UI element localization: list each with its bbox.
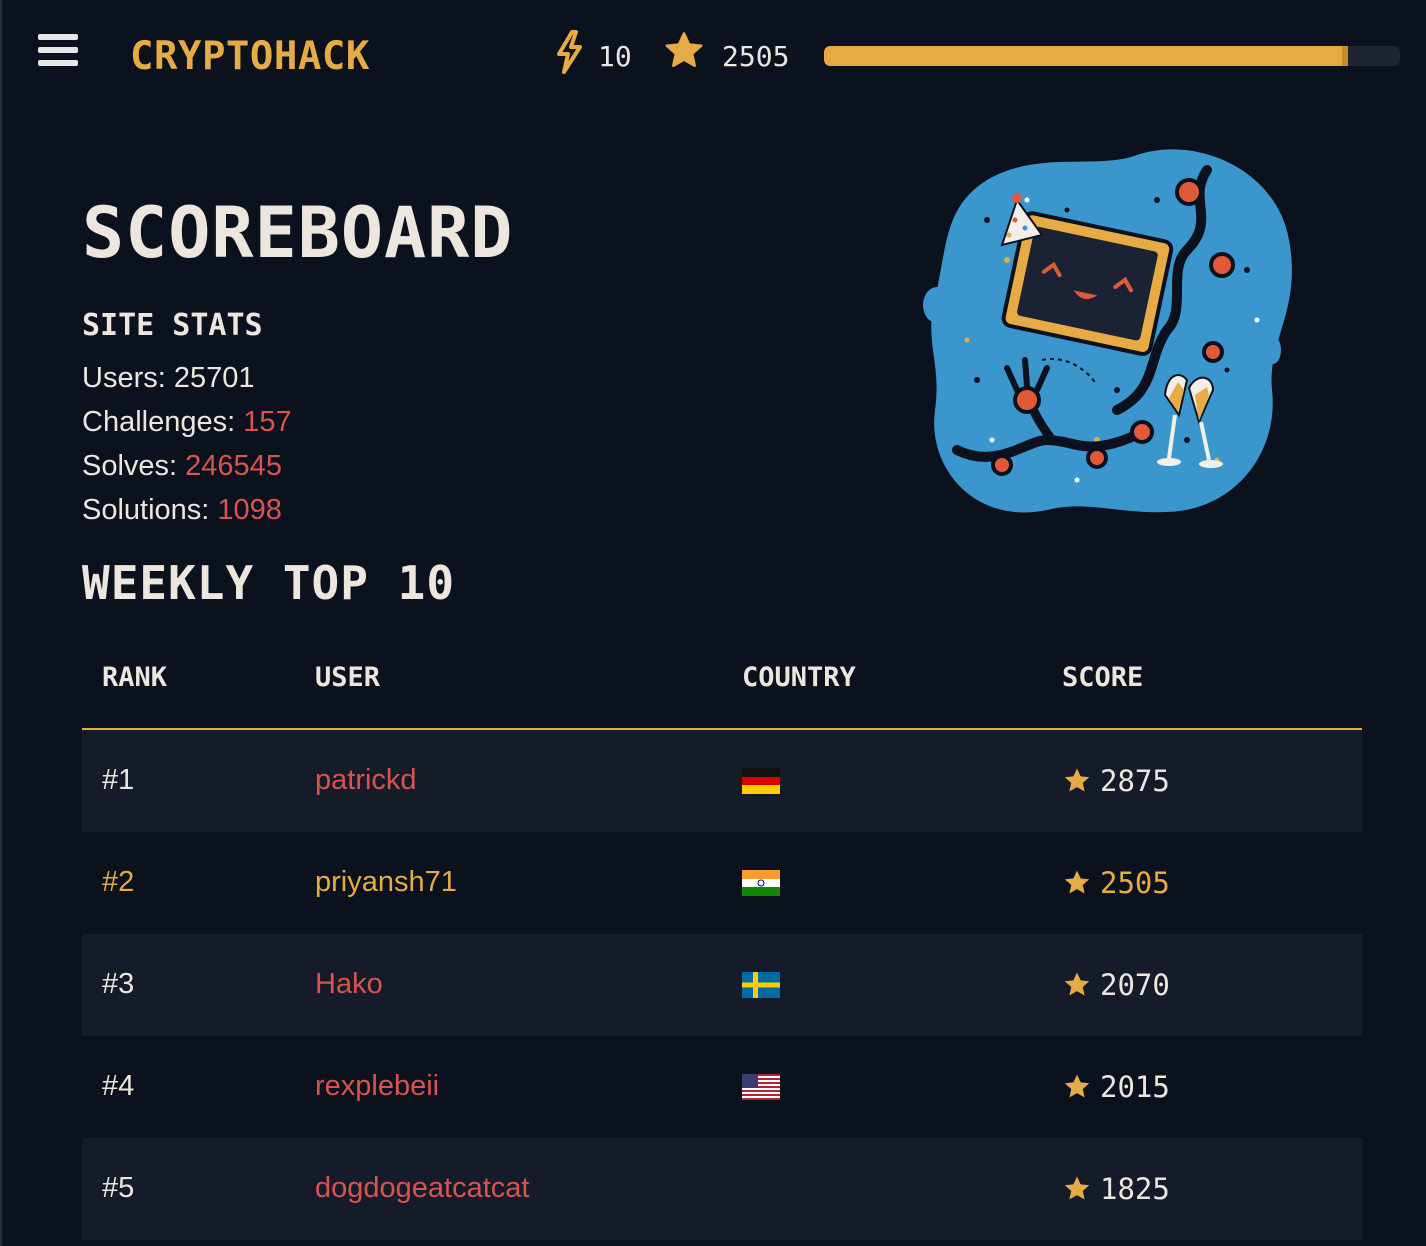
- stat-challenges: Challenges: 157: [82, 406, 292, 439]
- user-link[interactable]: dogdogeatcatcat: [315, 1172, 529, 1205]
- page-title: SCOREBOARD: [82, 192, 514, 274]
- rank-cell: #1: [102, 764, 135, 796]
- sweden-flag-icon: [742, 972, 780, 998]
- site-stats-heading: SITE STATS: [82, 308, 263, 343]
- user-link[interactable]: patrickd: [315, 764, 417, 797]
- stat-value: 157: [243, 406, 292, 438]
- score-cell: 2015: [1062, 1070, 1170, 1104]
- column-header-score: SCORE: [1062, 662, 1144, 693]
- score-value: 1825: [1100, 1172, 1170, 1206]
- stat-solutions: Solutions: 1098: [82, 494, 282, 527]
- usa-flag-icon: [742, 1074, 780, 1100]
- table-row-current-user: #2 priyansh71 2505: [82, 832, 1362, 934]
- stat-value: 25701: [173, 362, 255, 394]
- top-bar: CRYPTOHACK 10 2505: [2, 0, 1426, 112]
- germany-flag-icon: [742, 768, 780, 794]
- star-icon: [1064, 1074, 1090, 1098]
- table-row: #1 patrickd 2875: [82, 730, 1362, 832]
- stat-label: Users:: [82, 362, 166, 394]
- stat-label: Solves:: [82, 450, 178, 482]
- user-link[interactable]: Hako: [315, 968, 383, 1001]
- score-cell: 2505: [1062, 866, 1170, 900]
- column-header-user: USER: [315, 662, 381, 693]
- score-value: 2070: [1100, 968, 1170, 1002]
- star-icon: [1064, 972, 1090, 996]
- user-link[interactable]: priyansh71: [315, 866, 457, 899]
- stat-value: 246545: [185, 450, 282, 482]
- weekly-top-heading: WEEKLY TOP 10: [82, 556, 456, 610]
- brand-logo[interactable]: CRYPTOHACK: [130, 34, 370, 79]
- score-cell: 1825: [1062, 1172, 1170, 1206]
- celebration-illustration: [923, 149, 1292, 513]
- score-cell: 2875: [1062, 764, 1170, 798]
- score-value: 2505: [1100, 866, 1170, 900]
- rank-cell: #4: [102, 1070, 135, 1102]
- streak-count: 10: [598, 40, 632, 73]
- stat-label: Challenges:: [82, 406, 236, 438]
- weekly-leaderboard-table: RANK USER COUNTRY SCORE #1 patrickd 2875…: [82, 636, 1362, 1240]
- score-progress-marker: [1342, 46, 1349, 66]
- stat-solves: Solves: 246545: [82, 450, 282, 483]
- user-score: 2505: [722, 40, 790, 73]
- score-value: 2015: [1100, 1070, 1170, 1104]
- india-flag-icon: [742, 870, 780, 896]
- stat-label: Solutions:: [82, 494, 210, 526]
- star-icon: [1064, 768, 1090, 792]
- table-row: #3 Hako 2070: [82, 934, 1362, 1036]
- table-header: RANK USER COUNTRY SCORE: [82, 636, 1362, 730]
- score-value: 2875: [1100, 764, 1170, 798]
- stat-value: 1098: [217, 494, 282, 526]
- star-icon: [665, 32, 703, 68]
- rank-cell: #3: [102, 968, 135, 1000]
- table-row: #4 rexplebeii 2015: [82, 1036, 1362, 1138]
- score-cell: 2070: [1062, 968, 1170, 1002]
- hamburger-menu-icon[interactable]: [38, 34, 78, 68]
- score-progress-bar: [824, 46, 1400, 66]
- rank-cell: #5: [102, 1172, 135, 1204]
- column-header-rank: RANK: [102, 662, 168, 693]
- stat-users: Users: 25701: [82, 362, 255, 395]
- user-link[interactable]: rexplebeii: [315, 1070, 439, 1103]
- star-icon: [1064, 870, 1090, 894]
- star-icon: [1064, 1176, 1090, 1200]
- table-row: #5 dogdogeatcatcat 1825: [82, 1138, 1362, 1240]
- lightning-bolt-icon: [557, 30, 582, 74]
- score-progress-fill: [824, 46, 1349, 66]
- column-header-country: COUNTRY: [742, 662, 856, 693]
- rank-cell: #2: [102, 866, 135, 898]
